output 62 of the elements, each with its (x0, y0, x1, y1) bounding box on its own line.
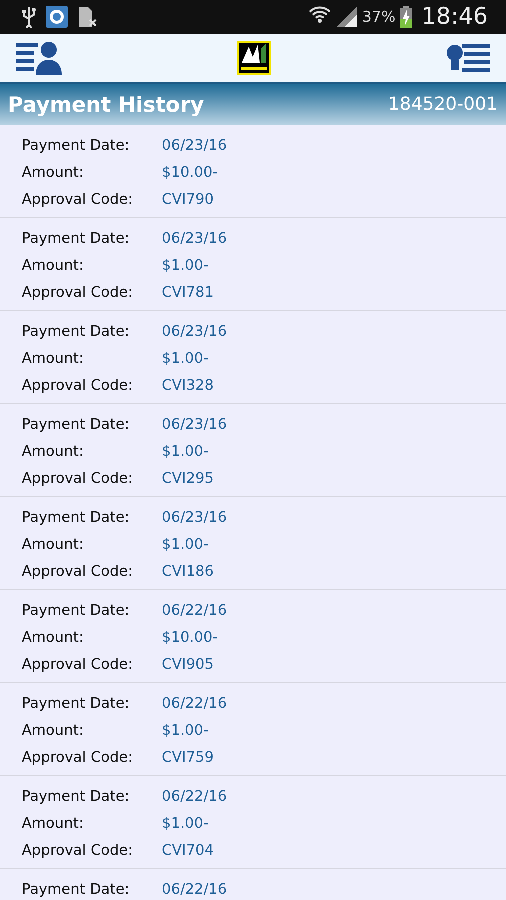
field-value: 06/22/16 (162, 788, 228, 804)
field-value: 06/22/16 (162, 602, 228, 618)
signal-icon (336, 6, 358, 28)
field-value: $1.00- (162, 722, 209, 738)
field-label: Approval Code: (22, 656, 134, 672)
field-value: 06/23/16 (162, 230, 228, 246)
chat-app-icon (46, 6, 68, 28)
field-label: Payment Date: (22, 788, 131, 804)
field-label: Payment Date: (22, 230, 131, 246)
field-value: 06/23/16 (162, 324, 228, 340)
clock: 18:46 (422, 4, 488, 30)
field-value: CVI328 (162, 378, 214, 394)
field-value: 06/23/16 (162, 416, 228, 432)
field-value: CVI781 (162, 284, 214, 300)
field-label: Amount: (22, 536, 85, 552)
field-value: $1.00- (162, 258, 209, 274)
field-label: Amount: (22, 722, 85, 738)
field-value: CVI790 (162, 192, 214, 208)
field-value: $1.00- (162, 444, 209, 460)
field-value: 06/22/16 (162, 882, 228, 898)
field-value: 06/23/16 (162, 138, 228, 154)
field-value: $10.00- (162, 630, 218, 646)
field-label: Approval Code: (22, 750, 134, 766)
field-value: 06/23/16 (162, 510, 228, 526)
field-value: $10.00- (162, 164, 218, 180)
battery-percentage: 37% (362, 8, 396, 26)
logo-icon (237, 41, 271, 75)
field-label: Amount: (22, 630, 85, 646)
field-label: Payment Date: (22, 510, 131, 526)
screen-title: Payment History (8, 92, 204, 116)
battery-charging-icon (400, 6, 412, 28)
field-label: Amount: (22, 164, 85, 180)
field-value: $1.00- (162, 350, 209, 366)
field-label: Approval Code: (22, 378, 134, 394)
field-label: Amount: (22, 816, 85, 832)
field-label: Approval Code: (22, 470, 134, 486)
field-label: Amount: (22, 258, 85, 274)
field-value: CVI905 (162, 656, 214, 672)
field-value: CVI759 (162, 750, 214, 766)
usb-icon (22, 6, 36, 28)
field-value: CVI186 (162, 564, 214, 580)
field-value: $1.00- (162, 816, 209, 832)
field-label: Amount: (22, 444, 85, 460)
field-value: 06/22/16 (162, 696, 228, 712)
field-label: Approval Code: (22, 564, 134, 580)
field-value: CVI295 (162, 470, 214, 486)
field-label: Payment Date: (22, 416, 131, 432)
field-label: Amount: (22, 350, 85, 366)
field-label: Approval Code: (22, 842, 134, 858)
sim-card-icon (78, 6, 98, 28)
field-label: Approval Code: (22, 284, 134, 300)
field-label: Payment Date: (22, 138, 131, 154)
field-label: Approval Code: (22, 192, 134, 208)
bulb-menu-icon[interactable] (446, 41, 490, 75)
account-menu-icon[interactable] (16, 41, 62, 75)
field-label: Payment Date: (22, 602, 131, 618)
account-number: 184520-001 (388, 94, 498, 115)
field-value: CVI704 (162, 842, 214, 858)
field-label: Payment Date: (22, 882, 131, 898)
field-label: Payment Date: (22, 696, 131, 712)
field-label: Payment Date: (22, 324, 131, 340)
field-value: $1.00- (162, 536, 209, 552)
